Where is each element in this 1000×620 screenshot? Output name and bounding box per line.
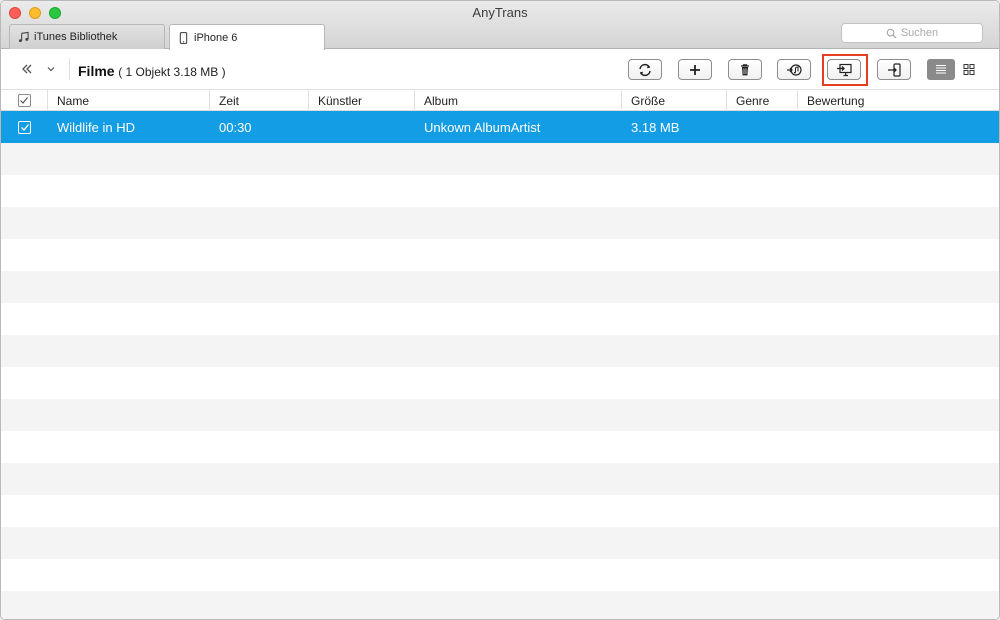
empty-row: [1, 463, 999, 495]
add-button[interactable]: [678, 59, 712, 80]
back-button[interactable]: [15, 58, 39, 80]
row-checkbox[interactable]: [18, 120, 31, 134]
empty-row: [1, 527, 999, 559]
iphone-icon: [179, 31, 188, 44]
table-header: Name Zeit Künstler Album Größe Genre Bew…: [1, 90, 999, 111]
to-itunes-button[interactable]: [777, 59, 811, 80]
breadcrumb: Filme ( 1 Objekt 3.18 MB ): [78, 63, 226, 79]
page-title: Filme: [78, 63, 115, 79]
music-note-icon: [18, 31, 29, 43]
tab-label: iTunes Bibliothek: [34, 31, 118, 43]
device-import-icon: [888, 62, 901, 77]
empty-row: [1, 335, 999, 367]
tab-iphone[interactable]: iPhone 6: [169, 24, 325, 50]
trash-icon: [741, 63, 749, 75]
navigation-group: [15, 58, 70, 80]
chevron-down-icon: [47, 67, 55, 72]
empty-row: [1, 431, 999, 463]
table-row[interactable]: Wildlife in HD 00:30 Unkown AlbumArtist …: [1, 111, 999, 143]
highlight-box: [822, 54, 868, 86]
select-all-checkbox[interactable]: [17, 94, 31, 107]
cell-genre: [727, 111, 798, 143]
title-bar: AnyTrans iTunes Bibliothek iPhone 6 Such…: [1, 1, 999, 50]
refresh-button[interactable]: [628, 59, 662, 80]
double-chevron-left-icon: [22, 64, 32, 74]
cell-bewertung: [798, 111, 999, 143]
cell-name: Wildlife in HD: [57, 119, 136, 135]
empty-row: [1, 271, 999, 303]
empty-row: [1, 175, 999, 207]
empty-row: [1, 143, 999, 175]
empty-row: [1, 591, 999, 619]
to-device-button[interactable]: [877, 59, 911, 80]
checkmark-icon: [20, 97, 28, 104]
column-header-groesse[interactable]: Größe: [622, 90, 727, 111]
column-header-kuenstler[interactable]: Künstler: [309, 90, 415, 111]
column-header-name[interactable]: Name: [48, 90, 210, 111]
checkmark-icon: [20, 123, 29, 131]
app-title: AnyTrans: [472, 5, 528, 20]
empty-row: [1, 239, 999, 271]
tab-itunes-library[interactable]: iTunes Bibliothek: [9, 24, 165, 49]
item-count: ( 1 Objekt 3.18 MB ): [118, 65, 226, 79]
search-placeholder: Suchen: [900, 27, 939, 39]
view-mode-toggle: [927, 59, 983, 80]
empty-row: [1, 207, 999, 239]
cell-zeit: 00:30: [219, 119, 252, 135]
search-input[interactable]: Suchen: [841, 23, 983, 43]
empty-row: [1, 303, 999, 335]
tab-label: iPhone 6: [194, 31, 238, 44]
empty-row: [1, 495, 999, 527]
list-view-icon: [936, 65, 946, 74]
search-icon: [886, 28, 897, 39]
grid-view-button[interactable]: [955, 59, 983, 80]
movies-table: Name Zeit Künstler Album Größe Genre Bew…: [1, 90, 999, 619]
empty-rows: [1, 143, 999, 619]
itunes-transfer-icon: [787, 63, 802, 76]
plus-icon: [690, 64, 700, 75]
grid-view-icon: [963, 64, 975, 75]
empty-row: [1, 367, 999, 399]
column-header-bewertung[interactable]: Bewertung: [798, 90, 999, 111]
column-header-genre[interactable]: Genre: [727, 90, 798, 111]
column-header-zeit[interactable]: Zeit: [210, 90, 309, 111]
list-view-button[interactable]: [927, 59, 955, 80]
dropdown-button[interactable]: [39, 58, 63, 80]
empty-row: [1, 399, 999, 431]
row-checkbox-cell: [1, 111, 48, 143]
cell-album: Unkown AlbumArtist: [424, 119, 541, 135]
column-header-album[interactable]: Album: [415, 90, 622, 111]
refresh-icon: [639, 63, 651, 76]
delete-button[interactable]: [728, 59, 762, 80]
cell-groesse: 3.18 MB: [631, 119, 680, 135]
select-all-cell: [1, 90, 48, 111]
empty-row: [1, 559, 999, 591]
cell-kuenstler: [309, 111, 415, 143]
app-window: AnyTrans iTunes Bibliothek iPhone 6 Such…: [0, 0, 1000, 620]
